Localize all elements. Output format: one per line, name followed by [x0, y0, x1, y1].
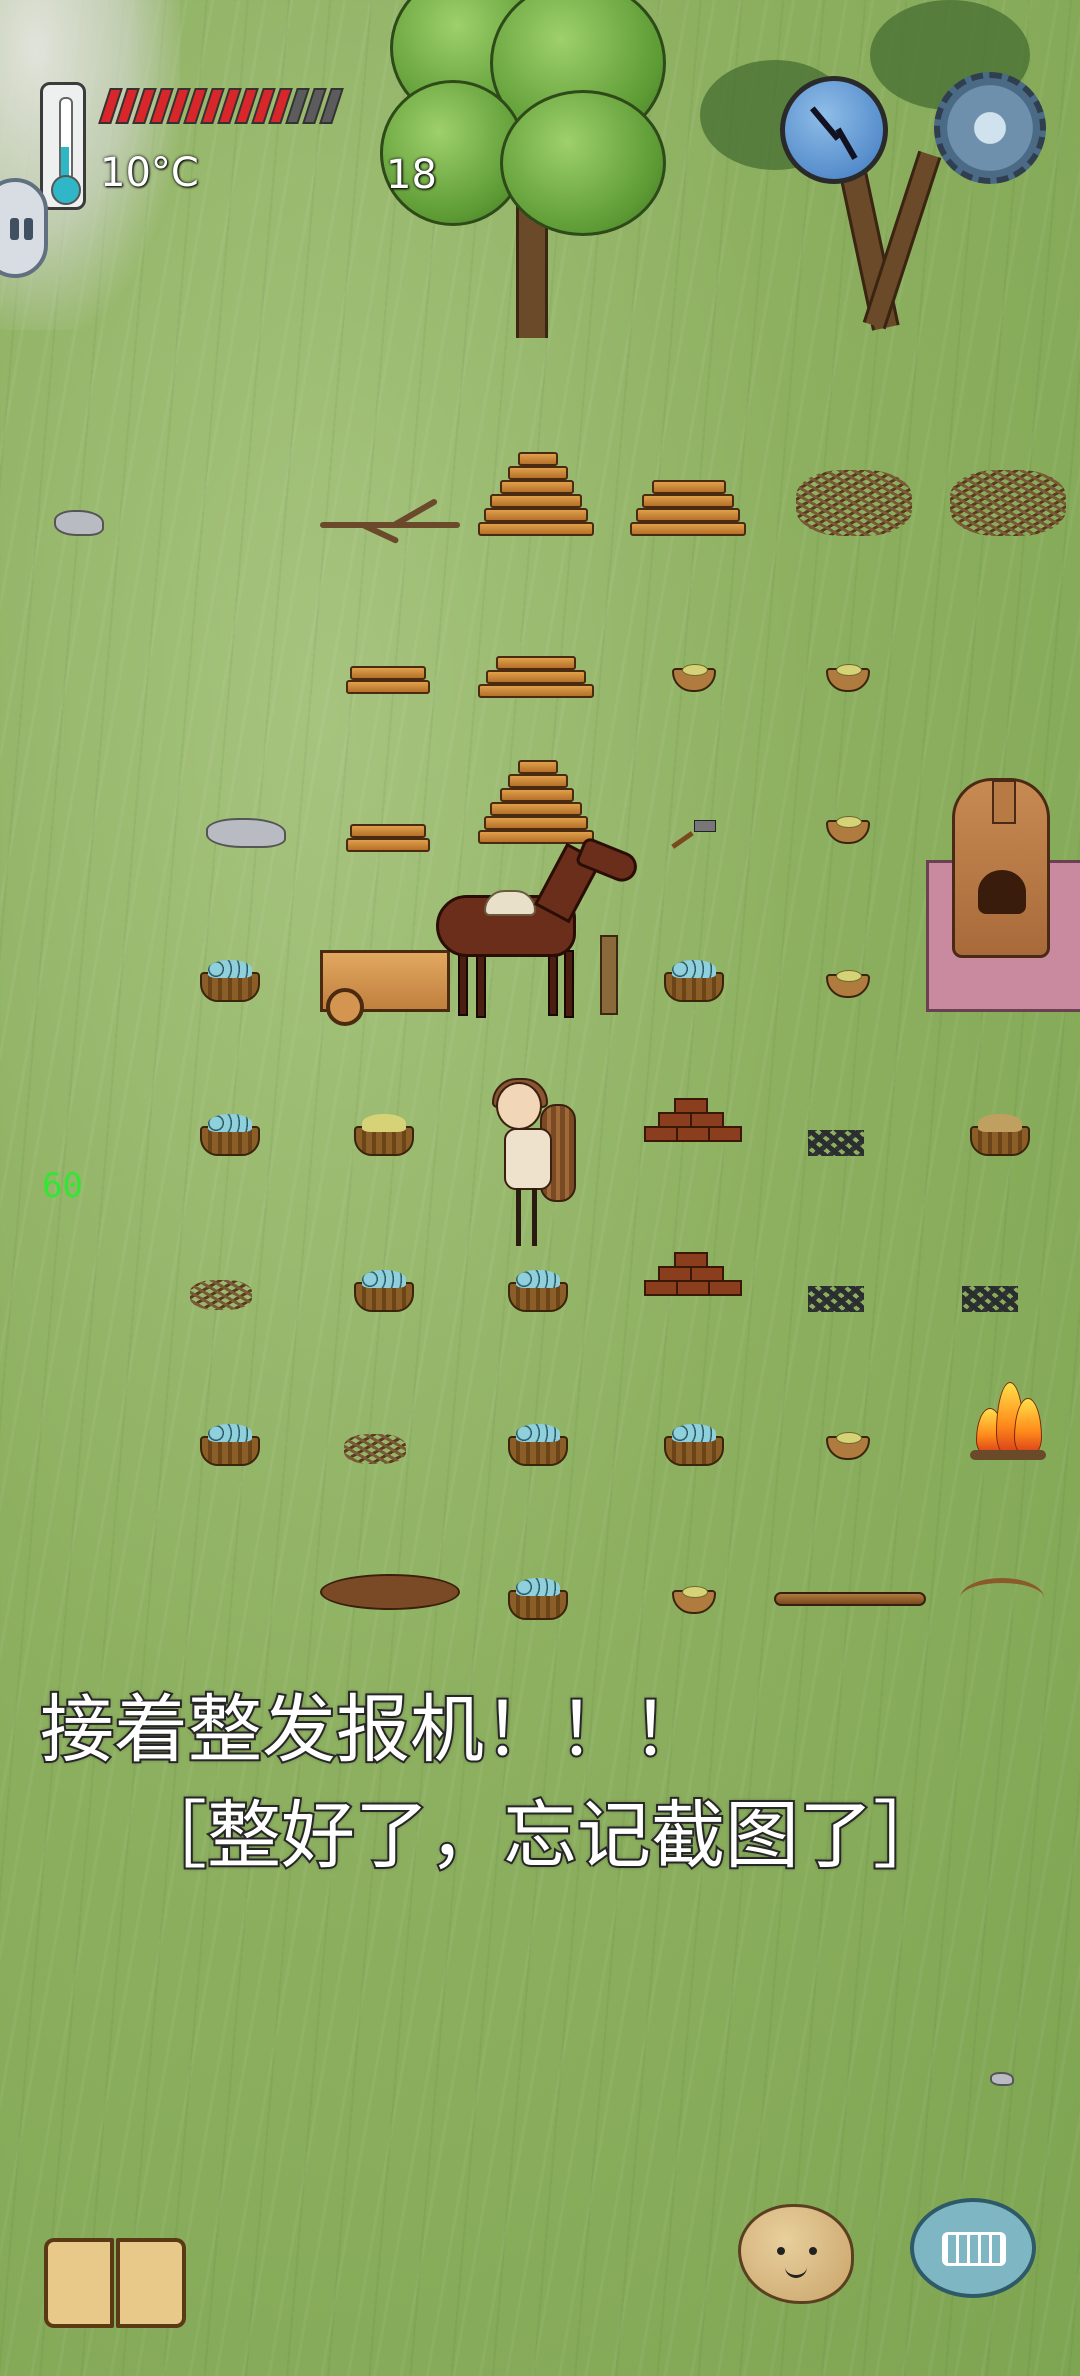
- character-leg: [516, 1188, 521, 1246]
- berry-basket[interactable]: [200, 1114, 260, 1156]
- board-pile[interactable]: [346, 660, 430, 700]
- hitching-post[interactable]: [600, 935, 618, 1015]
- long-log[interactable]: [774, 1592, 926, 1606]
- branch-item[interactable]: [320, 497, 460, 545]
- saddle: [484, 890, 536, 916]
- bowl-item[interactable]: [826, 1432, 870, 1460]
- hammer-handle: [671, 831, 694, 849]
- charcoal-pile[interactable]: [808, 1286, 864, 1312]
- basket-item[interactable]: [970, 1114, 1030, 1156]
- horse-leg: [476, 950, 486, 1018]
- bowl-item[interactable]: [826, 816, 870, 844]
- character-leg: [532, 1188, 537, 1246]
- hammer-icon[interactable]: [694, 820, 716, 832]
- firewood-pile[interactable]: [478, 754, 594, 854]
- kiln-chimney: [992, 780, 1016, 824]
- basket-item[interactable]: [354, 1114, 414, 1156]
- horse-leg: [458, 948, 468, 1016]
- stone-item[interactable]: [990, 2072, 1014, 2086]
- keyboard-icon[interactable]: [910, 2198, 1036, 2298]
- temperature-label: 10°C: [100, 150, 199, 196]
- bowl-item[interactable]: [826, 970, 870, 998]
- character-head: [496, 1082, 542, 1130]
- kindling-pile[interactable]: [796, 470, 912, 536]
- kiln-opening: [978, 870, 1026, 914]
- bow-item[interactable]: [960, 1578, 1044, 1618]
- adobe-pile[interactable]: [640, 1086, 742, 1146]
- board-pile[interactable]: [346, 818, 430, 858]
- berry-basket[interactable]: [200, 960, 260, 1002]
- bowl-item[interactable]: [672, 664, 716, 692]
- age-label: 18: [386, 152, 437, 198]
- pause-icon[interactable]: [0, 178, 48, 278]
- compass-clock-icon[interactable]: [780, 76, 888, 184]
- kindling-pile[interactable]: [344, 1434, 406, 1464]
- horse-leg: [548, 948, 558, 1016]
- firewood-pile[interactable]: [630, 472, 746, 546]
- caption-line-1: 接着整发报机！！！: [38, 1685, 708, 1774]
- berry-basket[interactable]: [354, 1270, 414, 1312]
- berry-basket[interactable]: [508, 1578, 568, 1620]
- berry-basket[interactable]: [200, 1424, 260, 1466]
- gear-icon[interactable]: [934, 72, 1046, 184]
- kindling-pile[interactable]: [950, 470, 1066, 536]
- bowl-item[interactable]: [672, 1586, 716, 1614]
- caption-line-2: ［整好了，忘记截图了］: [131, 1791, 949, 1880]
- thermometer-icon: [40, 82, 86, 210]
- horse-leg: [564, 950, 574, 1018]
- cart-wheel: [326, 988, 364, 1026]
- food-meter: [98, 88, 344, 124]
- bowl-item[interactable]: [826, 664, 870, 692]
- campfire[interactable]: [970, 1370, 1046, 1460]
- charcoal-pile[interactable]: [808, 1130, 864, 1156]
- player-character[interactable]: [504, 1128, 552, 1190]
- charcoal-pile[interactable]: [962, 1286, 1018, 1312]
- kindling-pile[interactable]: [190, 1280, 252, 1310]
- log-pile[interactable]: [478, 652, 594, 704]
- berry-basket[interactable]: [664, 1424, 724, 1466]
- book-icon[interactable]: [44, 2238, 190, 2334]
- adobe-pile[interactable]: [640, 1240, 742, 1300]
- stone-item[interactable]: [54, 510, 104, 536]
- berry-basket[interactable]: [664, 960, 724, 1002]
- stone-pile[interactable]: [206, 818, 286, 848]
- emote-face-icon[interactable]: [738, 2204, 854, 2304]
- fps-counter: 60: [42, 1166, 83, 1206]
- berry-basket[interactable]: [508, 1270, 568, 1312]
- berry-basket[interactable]: [508, 1424, 568, 1466]
- tilled-soil[interactable]: [320, 1574, 460, 1610]
- firewood-pile[interactable]: [478, 446, 594, 546]
